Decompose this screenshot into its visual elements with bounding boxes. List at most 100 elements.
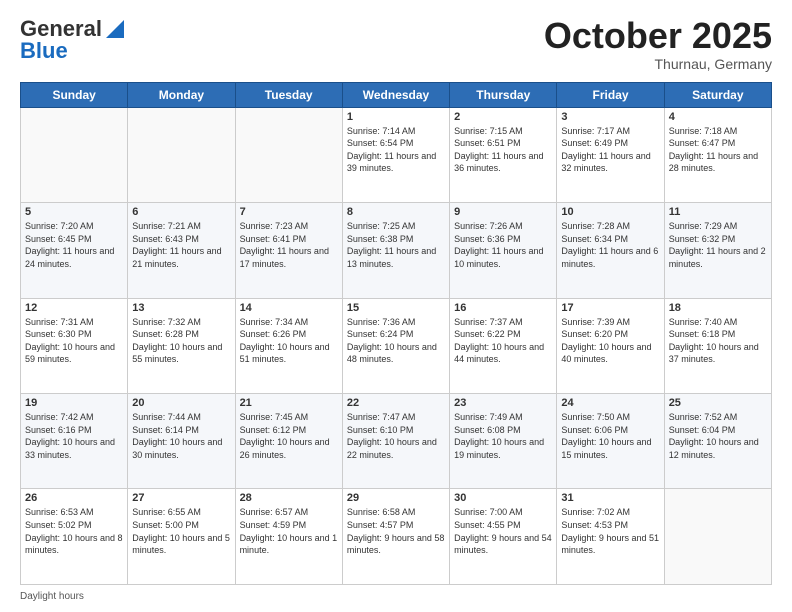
day-info: Sunrise: 7:21 AM Sunset: 6:43 PM Dayligh… <box>132 220 230 270</box>
calendar-week-row: 5Sunrise: 7:20 AM Sunset: 6:45 PM Daylig… <box>21 203 772 298</box>
day-number: 12 <box>25 302 123 314</box>
col-friday: Friday <box>557 82 664 107</box>
calendar-cell: 9Sunrise: 7:26 AM Sunset: 6:36 PM Daylig… <box>450 203 557 298</box>
day-info: Sunrise: 7:39 AM Sunset: 6:20 PM Dayligh… <box>561 316 659 366</box>
day-number: 30 <box>454 492 552 504</box>
day-number: 24 <box>561 397 659 409</box>
day-number: 28 <box>240 492 338 504</box>
calendar-cell: 20 Sunrise: 7:44 AM Sunset: 6:14 PM Dayli… <box>128 394 235 489</box>
day-number: 7 <box>240 206 338 218</box>
calendar-week-row: 19Sunrise: 7:42 AM Sunset: 6:16 PM Dayli… <box>21 394 772 489</box>
day-info: Sunrise: 7:34 AM Sunset: 6:26 PM Dayligh… <box>240 316 338 366</box>
day-number: 11 <box>669 206 767 218</box>
calendar-cell: 12Sunrise: 7:31 AM Sunset: 6:30 PM Dayli… <box>21 298 128 393</box>
day-number: 15 <box>347 302 445 314</box>
calendar-cell: 10Sunrise: 7:28 AM Sunset: 6:34 PM Dayli… <box>557 203 664 298</box>
calendar-cell: 27 Sunrise: 6:55 AM Sunset: 5:00 PM Dayli… <box>128 489 235 585</box>
day-info: Sunrise: 7:15 AM Sunset: 6:51 PM Dayligh… <box>454 125 552 175</box>
day-number: 23 <box>454 397 552 409</box>
location-subtitle: Thurnau, Germany <box>544 56 772 72</box>
day-info: Sunrise: 7:17 AM Sunset: 6:49 PM Dayligh… <box>561 125 659 175</box>
calendar-cell: 16 Sunrise: 7:37 AM Sunset: 6:22 PM Dayli… <box>450 298 557 393</box>
calendar-cell: 14 Sunrise: 7:34 AM Sunset: 6:26 PM Dayli… <box>235 298 342 393</box>
page: General Blue October 2025 Thurnau, Germa… <box>0 0 792 612</box>
day-number: 18 <box>669 302 767 314</box>
day-number: 14 <box>240 302 338 314</box>
day-info: Sunrise: 7:25 AM Sunset: 6:38 PM Dayligh… <box>347 220 445 270</box>
day-number: 17 <box>561 302 659 314</box>
calendar-cell: 3 Sunrise: 7:17 AM Sunset: 6:49 PM Daylig… <box>557 107 664 202</box>
calendar-cell: 18 Sunrise: 7:40 AM Sunset: 6:18 PM Dayli… <box>664 298 771 393</box>
col-saturday: Saturday <box>664 82 771 107</box>
footer: Daylight hours <box>20 591 772 602</box>
col-wednesday: Wednesday <box>342 82 449 107</box>
day-number: 31 <box>561 492 659 504</box>
col-sunday: Sunday <box>21 82 128 107</box>
day-info: Sunrise: 7:45 AM Sunset: 6:12 PM Dayligh… <box>240 411 338 461</box>
day-number: 22 <box>347 397 445 409</box>
calendar-cell: 5Sunrise: 7:20 AM Sunset: 6:45 PM Daylig… <box>21 203 128 298</box>
calendar-cell: 15 Sunrise: 7:36 AM Sunset: 6:24 PM Dayli… <box>342 298 449 393</box>
day-info: Sunrise: 7:49 AM Sunset: 6:08 PM Dayligh… <box>454 411 552 461</box>
calendar-cell: 24Sunrise: 7:50 AM Sunset: 6:06 PM Dayli… <box>557 394 664 489</box>
logo: General Blue <box>20 16 124 64</box>
day-number: 13 <box>132 302 230 314</box>
daylight-label: Daylight hours <box>20 591 84 602</box>
day-info: Sunrise: 6:55 AM Sunset: 5:00 PM Dayligh… <box>132 506 230 556</box>
day-info: Sunrise: 7:02 AM Sunset: 4:53 PM Dayligh… <box>561 506 659 556</box>
day-info: Sunrise: 7:47 AM Sunset: 6:10 PM Dayligh… <box>347 411 445 461</box>
day-number: 16 <box>454 302 552 314</box>
day-number: 27 <box>132 492 230 504</box>
calendar-cell: 13 Sunrise: 7:32 AM Sunset: 6:28 PM Dayli… <box>128 298 235 393</box>
calendar-cell: 28 Sunrise: 6:57 AM Sunset: 4:59 PM Dayli… <box>235 489 342 585</box>
logo-triangle-icon <box>106 20 124 38</box>
day-info: Sunrise: 7:26 AM Sunset: 6:36 PM Dayligh… <box>454 220 552 270</box>
calendar-cell: 4Sunrise: 7:18 AM Sunset: 6:47 PM Daylig… <box>664 107 771 202</box>
day-info: Sunrise: 7:23 AM Sunset: 6:41 PM Dayligh… <box>240 220 338 270</box>
day-info: Sunrise: 6:57 AM Sunset: 4:59 PM Dayligh… <box>240 506 338 556</box>
calendar-cell: 25 Sunrise: 7:52 AM Sunset: 6:04 PM Dayli… <box>664 394 771 489</box>
calendar-week-row: 1Sunrise: 7:14 AM Sunset: 6:54 PM Daylig… <box>21 107 772 202</box>
day-info: Sunrise: 7:37 AM Sunset: 6:22 PM Dayligh… <box>454 316 552 366</box>
month-title: October 2025 <box>544 16 772 56</box>
calendar-cell: 23 Sunrise: 7:49 AM Sunset: 6:08 PM Dayli… <box>450 394 557 489</box>
day-number: 2 <box>454 111 552 123</box>
col-monday: Monday <box>128 82 235 107</box>
title-block: October 2025 Thurnau, Germany <box>544 16 772 72</box>
logo-blue-text: Blue <box>20 38 68 64</box>
day-info: Sunrise: 7:00 AM Sunset: 4:55 PM Dayligh… <box>454 506 552 556</box>
calendar-week-row: 26Sunrise: 6:53 AM Sunset: 5:02 PM Dayli… <box>21 489 772 585</box>
day-info: Sunrise: 7:52 AM Sunset: 6:04 PM Dayligh… <box>669 411 767 461</box>
calendar-cell: 17 Sunrise: 7:39 AM Sunset: 6:20 PM Dayli… <box>557 298 664 393</box>
day-info: Sunrise: 7:28 AM Sunset: 6:34 PM Dayligh… <box>561 220 659 270</box>
day-info: Sunrise: 7:40 AM Sunset: 6:18 PM Dayligh… <box>669 316 767 366</box>
day-info: Sunrise: 7:20 AM Sunset: 6:45 PM Dayligh… <box>25 220 123 270</box>
day-number: 21 <box>240 397 338 409</box>
day-number: 3 <box>561 111 659 123</box>
day-info: Sunrise: 7:29 AM Sunset: 6:32 PM Dayligh… <box>669 220 767 270</box>
day-info: Sunrise: 7:44 AM Sunset: 6:14 PM Dayligh… <box>132 411 230 461</box>
calendar-cell: 22 Sunrise: 7:47 AM Sunset: 6:10 PM Dayli… <box>342 394 449 489</box>
day-number: 25 <box>669 397 767 409</box>
calendar-cell <box>21 107 128 202</box>
day-info: Sunrise: 7:36 AM Sunset: 6:24 PM Dayligh… <box>347 316 445 366</box>
calendar-cell: 2 Sunrise: 7:15 AM Sunset: 6:51 PM Daylig… <box>450 107 557 202</box>
day-info: Sunrise: 7:32 AM Sunset: 6:28 PM Dayligh… <box>132 316 230 366</box>
calendar-cell: 11 Sunrise: 7:29 AM Sunset: 6:32 PM Dayli… <box>664 203 771 298</box>
day-number: 26 <box>25 492 123 504</box>
day-number: 29 <box>347 492 445 504</box>
calendar-cell <box>664 489 771 585</box>
day-info: Sunrise: 7:14 AM Sunset: 6:54 PM Dayligh… <box>347 125 445 175</box>
calendar-cell: 8Sunrise: 7:25 AM Sunset: 6:38 PM Daylig… <box>342 203 449 298</box>
calendar-cell: 19Sunrise: 7:42 AM Sunset: 6:16 PM Dayli… <box>21 394 128 489</box>
calendar-cell <box>128 107 235 202</box>
day-number: 6 <box>132 206 230 218</box>
day-number: 19 <box>25 397 123 409</box>
calendar-cell: 31 Sunrise: 7:02 AM Sunset: 4:53 PM Dayli… <box>557 489 664 585</box>
day-info: Sunrise: 6:58 AM Sunset: 4:57 PM Dayligh… <box>347 506 445 556</box>
day-number: 20 <box>132 397 230 409</box>
calendar-header-row: Sunday Monday Tuesday Wednesday Thursday… <box>21 82 772 107</box>
col-tuesday: Tuesday <box>235 82 342 107</box>
calendar-cell: 26Sunrise: 6:53 AM Sunset: 5:02 PM Dayli… <box>21 489 128 585</box>
calendar-cell: 29 Sunrise: 6:58 AM Sunset: 4:57 PM Dayli… <box>342 489 449 585</box>
